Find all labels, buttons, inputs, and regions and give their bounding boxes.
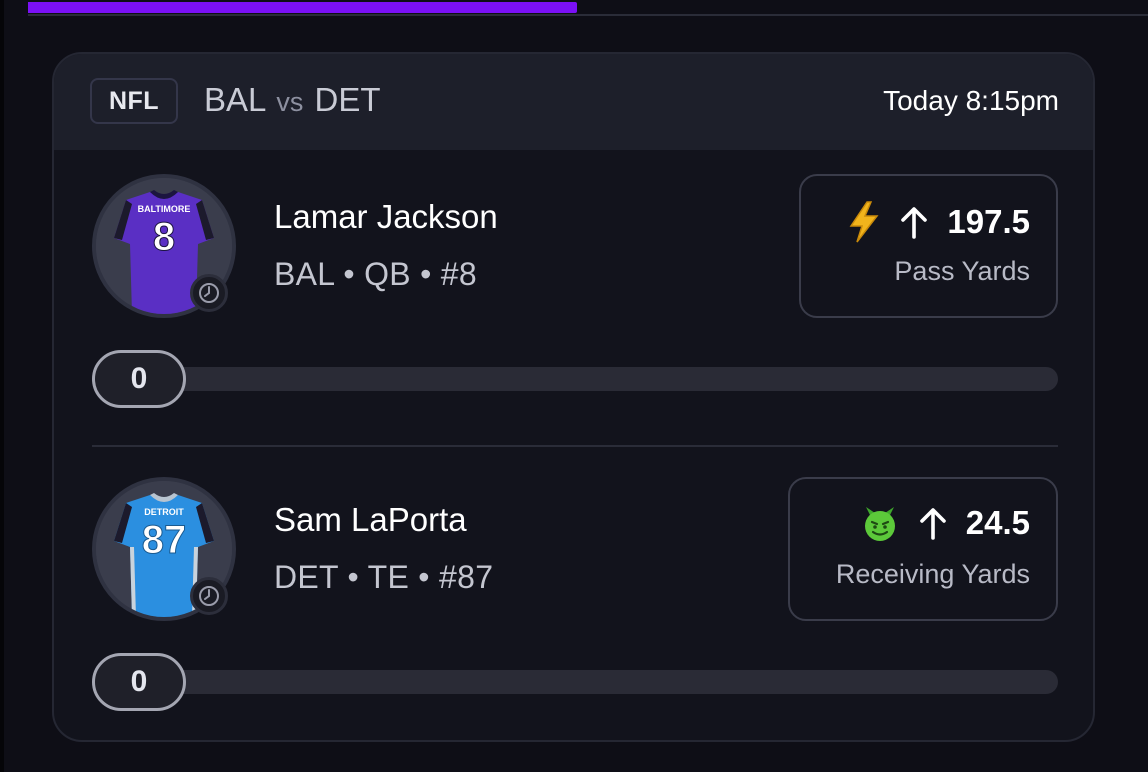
arrow-up-icon xyxy=(919,508,946,540)
jersey-team-text: BALTIMORE xyxy=(138,204,191,214)
prop-pick-box[interactable]: 197.5 Pass Yards xyxy=(799,174,1058,318)
jersey-number-text: 87 xyxy=(142,518,187,562)
left-edge xyxy=(0,0,4,772)
top-progress-fill xyxy=(28,2,577,13)
player-meta: BAL • QB • #8 xyxy=(274,256,477,292)
player-row[interactable]: BALTIMORE 8 Lamar Jackson BAL • QB • #8 … xyxy=(54,150,1093,430)
player-meta: DET • TE • #87 xyxy=(274,559,494,595)
live-stat-track xyxy=(92,670,1058,694)
jersey-number-text: 8 xyxy=(153,215,175,259)
clock-icon xyxy=(190,274,228,312)
game-time: Today 8:15pm xyxy=(883,85,1059,116)
prop-line-value: 197.5 xyxy=(947,203,1030,240)
prop-stat-label: Receiving Yards xyxy=(835,559,1030,589)
top-progress-bar xyxy=(28,0,1148,16)
clock-icon xyxy=(190,577,228,615)
player-name: Sam LaPorta xyxy=(274,501,467,538)
jersey-team-text: DETROIT xyxy=(144,507,184,517)
lightning-bolt-icon xyxy=(850,201,879,243)
vs-label: vs xyxy=(276,87,304,117)
prop-stat-label: Pass Yards xyxy=(894,256,1030,286)
player-name: Lamar Jackson xyxy=(274,198,498,235)
game-card[interactable]: NFL BAL vs DET Today 8:15pm BALTIMORE 8 … xyxy=(52,52,1095,742)
live-stat-track xyxy=(92,367,1058,391)
matchup-title: BAL vs DET xyxy=(204,81,381,119)
devil-face-icon xyxy=(864,507,895,541)
card-header: NFL BAL vs DET Today 8:15pm xyxy=(54,54,1093,150)
league-badge: NFL xyxy=(90,78,178,124)
player-row[interactable]: DETROIT 87 Sam LaPorta DET • TE • #87 24… xyxy=(54,453,1093,733)
live-stat-pill: 0 xyxy=(92,350,186,408)
prop-line-value: 24.5 xyxy=(965,504,1030,541)
away-team: DET xyxy=(314,81,381,118)
home-team: BAL xyxy=(204,81,266,118)
prop-pick-box[interactable]: 24.5 Receiving Yards xyxy=(788,477,1058,621)
row-divider xyxy=(92,445,1058,447)
live-stat-pill: 0 xyxy=(92,653,186,711)
arrow-up-icon xyxy=(901,207,928,239)
